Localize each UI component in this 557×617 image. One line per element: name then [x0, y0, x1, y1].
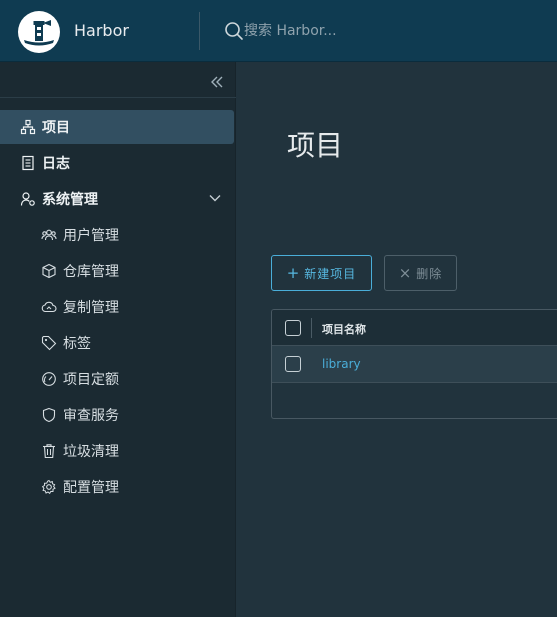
shield-icon: [41, 407, 57, 423]
project-name-link[interactable]: library: [322, 357, 361, 371]
trash-icon: [41, 443, 57, 459]
delete-button[interactable]: × 删除: [384, 255, 457, 291]
sidebar-divider: [0, 97, 236, 98]
row-checkbox[interactable]: [285, 356, 301, 372]
sidebar-item-labels[interactable]: 标签: [0, 326, 234, 360]
header-divider: [199, 12, 200, 50]
users-icon: [41, 227, 57, 243]
sidebar-item-label: 项目: [42, 120, 70, 136]
sidebar-item-registries[interactable]: 仓库管理: [0, 254, 234, 288]
sidebar-item-users[interactable]: 用户管理: [0, 218, 234, 252]
sidebar-item-interrogation-services[interactable]: 审查服务: [0, 398, 234, 432]
plus-icon: +: [286, 264, 300, 282]
quota-gauge-icon: [41, 371, 57, 387]
page-title: 项目: [287, 129, 344, 162]
new-project-label: 新建项目: [304, 266, 357, 281]
double-chevron-left-icon: [211, 76, 223, 88]
sidebar-item-label: 垃圾清理: [63, 444, 119, 460]
box-icon: [41, 263, 57, 279]
sidebar-item-garbage-collection[interactable]: 垃圾清理: [0, 434, 234, 468]
sidebar-item-administration[interactable]: 系统管理: [0, 182, 234, 216]
sidebar-item-label: 仓库管理: [63, 264, 119, 280]
projects-table: 项目名称 library: [271, 309, 557, 419]
sidebar-item-label: 配置管理: [63, 480, 119, 496]
sidebar-item-label: 系统管理: [42, 192, 98, 208]
main-content: 项目 + 新建项目 × 删除 项目名称 library: [236, 62, 557, 617]
sidebar: 项目 日志 系统管理 用户管理 仓库管理 复制管理 标签 项目定额 审查服务 垃…: [0, 62, 236, 617]
admin-icon: [20, 191, 36, 207]
harbor-logo-icon[interactable]: [18, 11, 60, 53]
sidebar-item-label: 日志: [42, 156, 70, 172]
close-icon: ×: [398, 264, 412, 282]
sidebar-item-configuration[interactable]: 配置管理: [0, 470, 234, 504]
sidebar-item-label: 用户管理: [63, 228, 119, 244]
table-row: library: [272, 346, 557, 383]
top-header: Harbor: [0, 0, 557, 62]
tag-icon: [41, 335, 57, 351]
cloud-sync-icon: [41, 299, 57, 315]
search-icon[interactable]: [224, 21, 244, 41]
sidebar-item-label: 审查服务: [63, 408, 119, 424]
projects-icon: [20, 119, 36, 135]
delete-label: 删除: [416, 266, 443, 281]
new-project-button[interactable]: + 新建项目: [271, 255, 372, 291]
table-header: 项目名称: [272, 310, 557, 346]
sidebar-item-projects[interactable]: 项目: [0, 110, 234, 144]
sidebar-item-label: 复制管理: [63, 300, 119, 316]
brand-name[interactable]: Harbor: [74, 21, 129, 40]
sidebar-item-logs[interactable]: 日志: [0, 146, 234, 180]
sidebar-item-label: 项目定额: [63, 372, 119, 388]
select-all-checkbox[interactable]: [285, 320, 301, 336]
collapse-sidebar-button[interactable]: [205, 70, 229, 94]
column-separator: [311, 318, 312, 338]
sidebar-item-replications[interactable]: 复制管理: [0, 290, 234, 324]
search-input[interactable]: [244, 19, 444, 43]
gear-icon: [41, 479, 57, 495]
sidebar-item-label: 标签: [63, 336, 91, 352]
column-header-project-name[interactable]: 项目名称: [322, 321, 366, 337]
sidebar-item-project-quotas[interactable]: 项目定额: [0, 362, 234, 396]
chevron-down-icon[interactable]: [208, 191, 222, 205]
logs-icon: [20, 155, 36, 171]
